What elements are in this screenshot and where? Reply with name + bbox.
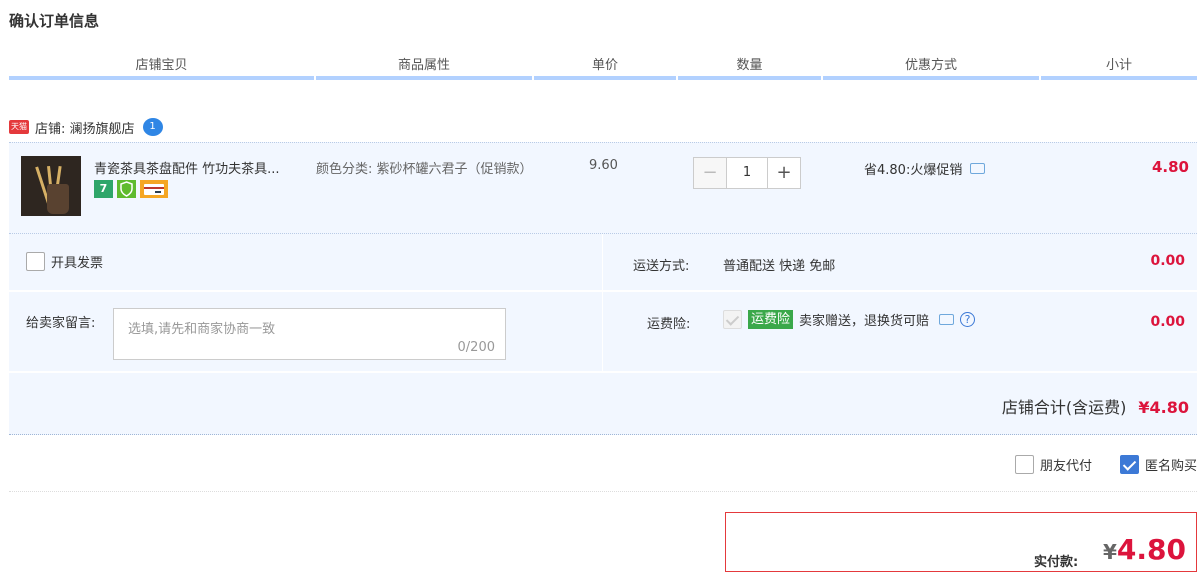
friend-pay-checkbox[interactable] — [1014, 455, 1034, 474]
currency-symbol: ¥ — [1102, 540, 1117, 564]
table-header: 店铺宝贝 商品属性 单价 数量 优惠方式 小计 — [9, 56, 1197, 80]
shop-total-row: 店铺合计(含运费) ¥4.80 — [9, 373, 1197, 435]
memo-char-counter: 0/200 — [457, 340, 495, 355]
shipping-label: 运送方式: — [633, 259, 690, 274]
order-item-row: 青瓷茶具茶盘配件 竹功夫茶具... 7 颜色分类: 紫砂杯罐六君子（促销款） 9… — [9, 142, 1197, 234]
column-header-shop-item: 店铺宝贝 — [135, 58, 188, 73]
header-divider — [532, 76, 534, 80]
header-bar — [9, 76, 1197, 80]
comment-icon[interactable] — [970, 163, 986, 174]
column-header-quantity: 数量 — [736, 58, 763, 73]
shop-total-value: ¥4.80 — [1138, 398, 1189, 417]
payment-amount: ¥4.80 — [1103, 533, 1186, 566]
invoice-option[interactable]: 开具发票 — [26, 252, 103, 271]
insurance-label: 运费险: — [647, 317, 691, 332]
quantity-input[interactable]: 1 — [727, 157, 767, 189]
page-title: 确认订单信息 — [9, 12, 100, 30]
column-header-subtotal: 小计 — [1105, 58, 1132, 73]
shield-icon[interactable] — [117, 180, 136, 198]
header-divider — [1039, 76, 1041, 80]
payment-label: 实付款: — [1034, 555, 1079, 570]
card-icon[interactable] — [140, 180, 168, 198]
column-header-discount: 优惠方式 — [904, 58, 957, 73]
divider — [602, 292, 603, 371]
shipping-method: 普通配送 快递 免邮 — [723, 259, 836, 274]
insurance-text: 卖家赠送，退换货可赔 — [799, 314, 930, 329]
seven-day-return-icon[interactable]: 7 — [94, 180, 113, 198]
invoice-shipping-row: 开具发票 运送方式: 普通配送 快递 免邮 0.00 — [9, 234, 1197, 291]
decrease-quantity-button[interactable]: − — [693, 157, 727, 189]
payment-summary-box: 实付款: ¥4.80 — [725, 512, 1197, 572]
friend-pay-label: 朋友代付 — [1039, 459, 1092, 474]
promotion-text: 省4.80:火爆促销 — [864, 163, 963, 178]
insurance-option: 运费险 卖家赠送，退换货可赔 ? — [723, 310, 976, 329]
product-name-link[interactable]: 青瓷茶具茶盘配件 竹功夫茶具... — [94, 158, 309, 177]
payment-amount-value: 4.80 — [1116, 533, 1186, 566]
shipping-cost: 0.00 — [1150, 253, 1185, 269]
memo-textarea[interactable]: 选填,请先和商家协商一致 0/200 — [113, 308, 506, 360]
product-thumbnail[interactable] — [21, 156, 81, 216]
header-divider — [676, 76, 678, 80]
divider — [602, 234, 603, 290]
service-badges: 7 — [94, 180, 168, 198]
increase-quantity-button[interactable]: + — [767, 157, 801, 189]
memo-insurance-row: 给卖家留言: 选填,请先和商家协商一致 0/200 运费险: 运费险 卖家赠送，… — [9, 292, 1197, 372]
shop-name-link[interactable]: 店铺: 澜扬旗舰店 — [35, 118, 135, 137]
column-header-unit-price: 单价 — [591, 58, 618, 73]
invoice-checkbox[interactable] — [26, 252, 45, 271]
shop-line: 天猫 店铺: 澜扬旗舰店 1 — [9, 116, 163, 138]
memo-label: 给卖家留言: — [26, 316, 96, 331]
help-icon[interactable]: ? — [960, 312, 976, 327]
insurance-cost: 0.00 — [1150, 314, 1185, 330]
insurance-checkbox — [723, 310, 742, 329]
shop-total-label: 店铺合计(含运费) — [1001, 398, 1127, 417]
header-divider — [314, 76, 316, 80]
tmall-icon: 天猫 — [9, 120, 29, 134]
promotion-info: 省4.80:火爆促销 — [864, 159, 986, 178]
anonymous-checkbox[interactable] — [1119, 455, 1139, 474]
invoice-label: 开具发票 — [51, 256, 104, 271]
chat-icon[interactable]: 1 — [142, 118, 163, 136]
column-header-attributes: 商品属性 — [397, 58, 450, 73]
divider — [9, 491, 1197, 492]
comment-icon[interactable] — [939, 314, 955, 325]
product-attribute: 颜色分类: 紫砂杯罐六君子（促销款） — [316, 162, 533, 177]
quantity-stepper: − 1 + — [693, 157, 801, 189]
shop-total: 店铺合计(含运费) ¥4.80 — [1002, 394, 1189, 418]
memo-placeholder: 选填,请先和商家协商一致 — [128, 322, 276, 337]
item-subtotal: 4.80 — [1151, 158, 1189, 176]
insurance-tag: 运费险 — [748, 310, 794, 329]
unit-price: 9.60 — [589, 158, 618, 173]
header-divider — [821, 76, 823, 80]
payment-options: 朋友代付 匿名购买 — [1014, 455, 1197, 474]
anonymous-label: 匿名购买 — [1144, 459, 1197, 474]
